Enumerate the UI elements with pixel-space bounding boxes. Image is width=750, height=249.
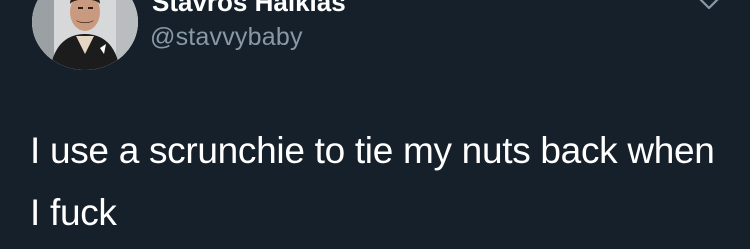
tweet-text: I use a scrunchie to tie my nuts back wh… — [30, 130, 715, 233]
display-name[interactable]: Stavros Halkias — [152, 0, 346, 18]
user-handle[interactable]: @stavvybaby — [150, 23, 303, 52]
chevron-down-icon[interactable] — [692, 0, 726, 14]
avatar-photo — [32, 0, 138, 70]
avatar[interactable] — [32, 0, 138, 70]
